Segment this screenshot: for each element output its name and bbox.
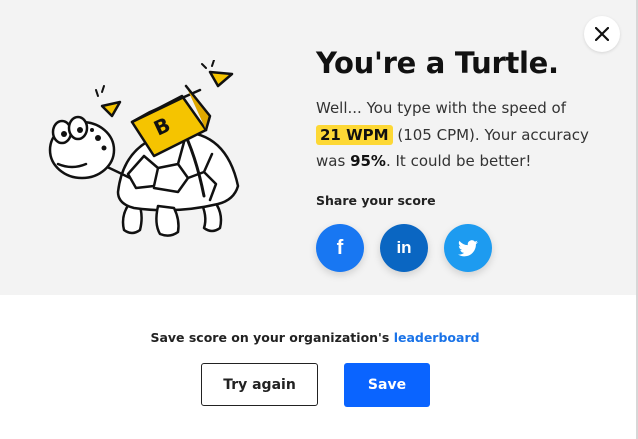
linkedin-icon: in bbox=[396, 238, 412, 257]
share-label: Share your score bbox=[316, 193, 436, 208]
leaderboard-link[interactable]: leaderboard bbox=[394, 330, 480, 345]
twitter-icon bbox=[458, 239, 478, 256]
leaderboard-prefix: Save score on your organization's bbox=[150, 330, 390, 345]
close-icon bbox=[595, 27, 609, 41]
turtle-illustration: B bbox=[48, 60, 240, 237]
result-title: You're a Turtle. bbox=[316, 46, 559, 80]
save-button[interactable]: Save bbox=[344, 363, 430, 407]
linkedin-share-button[interactable]: in bbox=[380, 224, 428, 272]
accuracy-value: 95% bbox=[350, 152, 386, 170]
close-button[interactable] bbox=[584, 16, 620, 52]
was-text: was bbox=[316, 152, 346, 170]
facebook-icon: f bbox=[336, 236, 344, 259]
leaderboard-prompt: Save score on your organization's leader… bbox=[0, 330, 630, 345]
speed-text: Well... You type with the speed of bbox=[316, 99, 567, 117]
result-description: Well... You type with the speed of 21 WP… bbox=[316, 95, 606, 175]
facebook-share-button[interactable]: f bbox=[316, 224, 364, 272]
try-again-button[interactable]: Try again bbox=[201, 363, 318, 406]
cpm-text: (105 CPM). Your accuracy bbox=[397, 125, 589, 144]
actions-panel bbox=[0, 295, 638, 439]
twitter-share-button[interactable] bbox=[444, 224, 492, 272]
result-modal: B You're a Turtle. Well... You type with… bbox=[0, 0, 638, 439]
feedback-text: . It could be better! bbox=[385, 152, 532, 170]
wpm-badge: 21 WPM bbox=[316, 124, 393, 145]
